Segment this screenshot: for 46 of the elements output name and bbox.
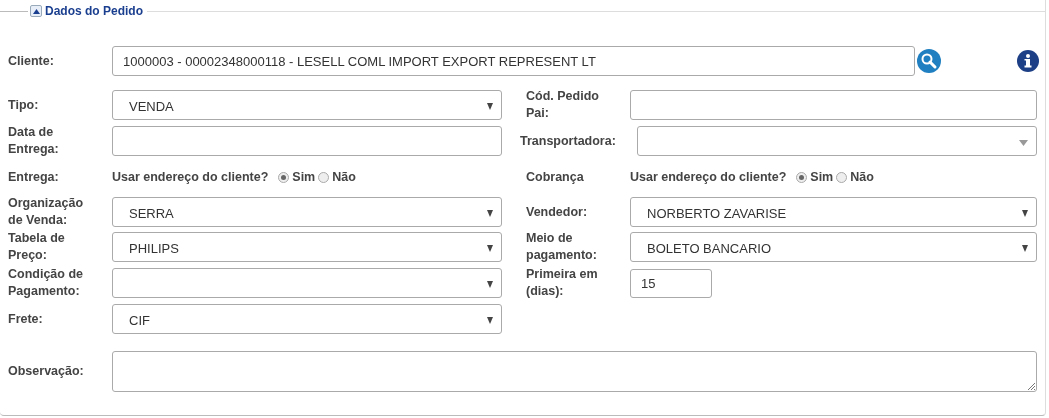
field-label: Meio de pagamento: — [525, 230, 598, 264]
input-field[interactable] — [630, 90, 1037, 120]
search-icon[interactable] — [917, 49, 941, 73]
field-label: Vendedor: — [525, 203, 589, 221]
radio-option[interactable]: Sim — [278, 170, 316, 184]
dropdown[interactable]: SERRA — [112, 197, 502, 227]
dropdown[interactable]: PHILIPS — [112, 232, 502, 262]
caret-icon — [1022, 210, 1028, 217]
caret-icon — [1022, 245, 1028, 252]
field-label: Organização de Venda: — [7, 195, 85, 229]
field-label: Data de Entrega: — [7, 124, 60, 158]
info-icon[interactable] — [1017, 50, 1039, 72]
caret-icon — [487, 281, 493, 288]
textarea-field[interactable] — [112, 350, 1037, 392]
radio-option[interactable]: Não — [836, 170, 874, 184]
field-label: Condição de Pagamento: — [7, 266, 84, 300]
caret-icon — [487, 245, 493, 252]
field-label: Cobrança — [525, 168, 585, 186]
field-label: Frete: — [7, 310, 44, 328]
field-label: Cliente: — [7, 52, 55, 70]
radio-option[interactable]: Sim — [796, 170, 834, 184]
dropdown[interactable] — [637, 126, 1037, 156]
field-label: Primeira em (dias): — [525, 266, 599, 300]
number-field[interactable]: 15 — [630, 268, 712, 298]
client-field[interactable]: 1000003 - 00002348000118 - LESELL COML IMPORT EXPORT REPRESENT LT — [112, 46, 915, 76]
caret-icon — [487, 103, 493, 110]
field-label: Observação: — [7, 362, 85, 380]
field-label: Cód. Pedido Pai: — [525, 88, 600, 122]
dropdown[interactable]: CIF — [112, 304, 502, 334]
question-text: Usar endereço do cliente? — [112, 170, 269, 184]
resize-grip-icon[interactable] — [1027, 381, 1035, 390]
field-label: Tipo: — [7, 96, 40, 114]
dropdown[interactable]: VENDA — [112, 90, 502, 120]
field-label: Transportadora: — [520, 132, 617, 150]
question-text: Usar endereço do cliente? — [630, 170, 787, 184]
field-label: Entrega: — [7, 168, 60, 186]
caret-icon — [487, 317, 493, 324]
caret-icon — [1019, 139, 1028, 146]
dropdown[interactable]: NORBERTO ZAVARISE — [630, 197, 1037, 227]
field-label: Tabela de Preço: — [7, 230, 66, 264]
radio-option[interactable]: Não — [318, 170, 356, 184]
panel-title: Dados do Pedido — [45, 4, 143, 18]
dropdown[interactable]: BOLETO BANCARIO — [630, 232, 1037, 262]
date-field[interactable] — [112, 126, 502, 156]
dropdown[interactable] — [112, 268, 502, 298]
caret-icon — [487, 210, 493, 217]
